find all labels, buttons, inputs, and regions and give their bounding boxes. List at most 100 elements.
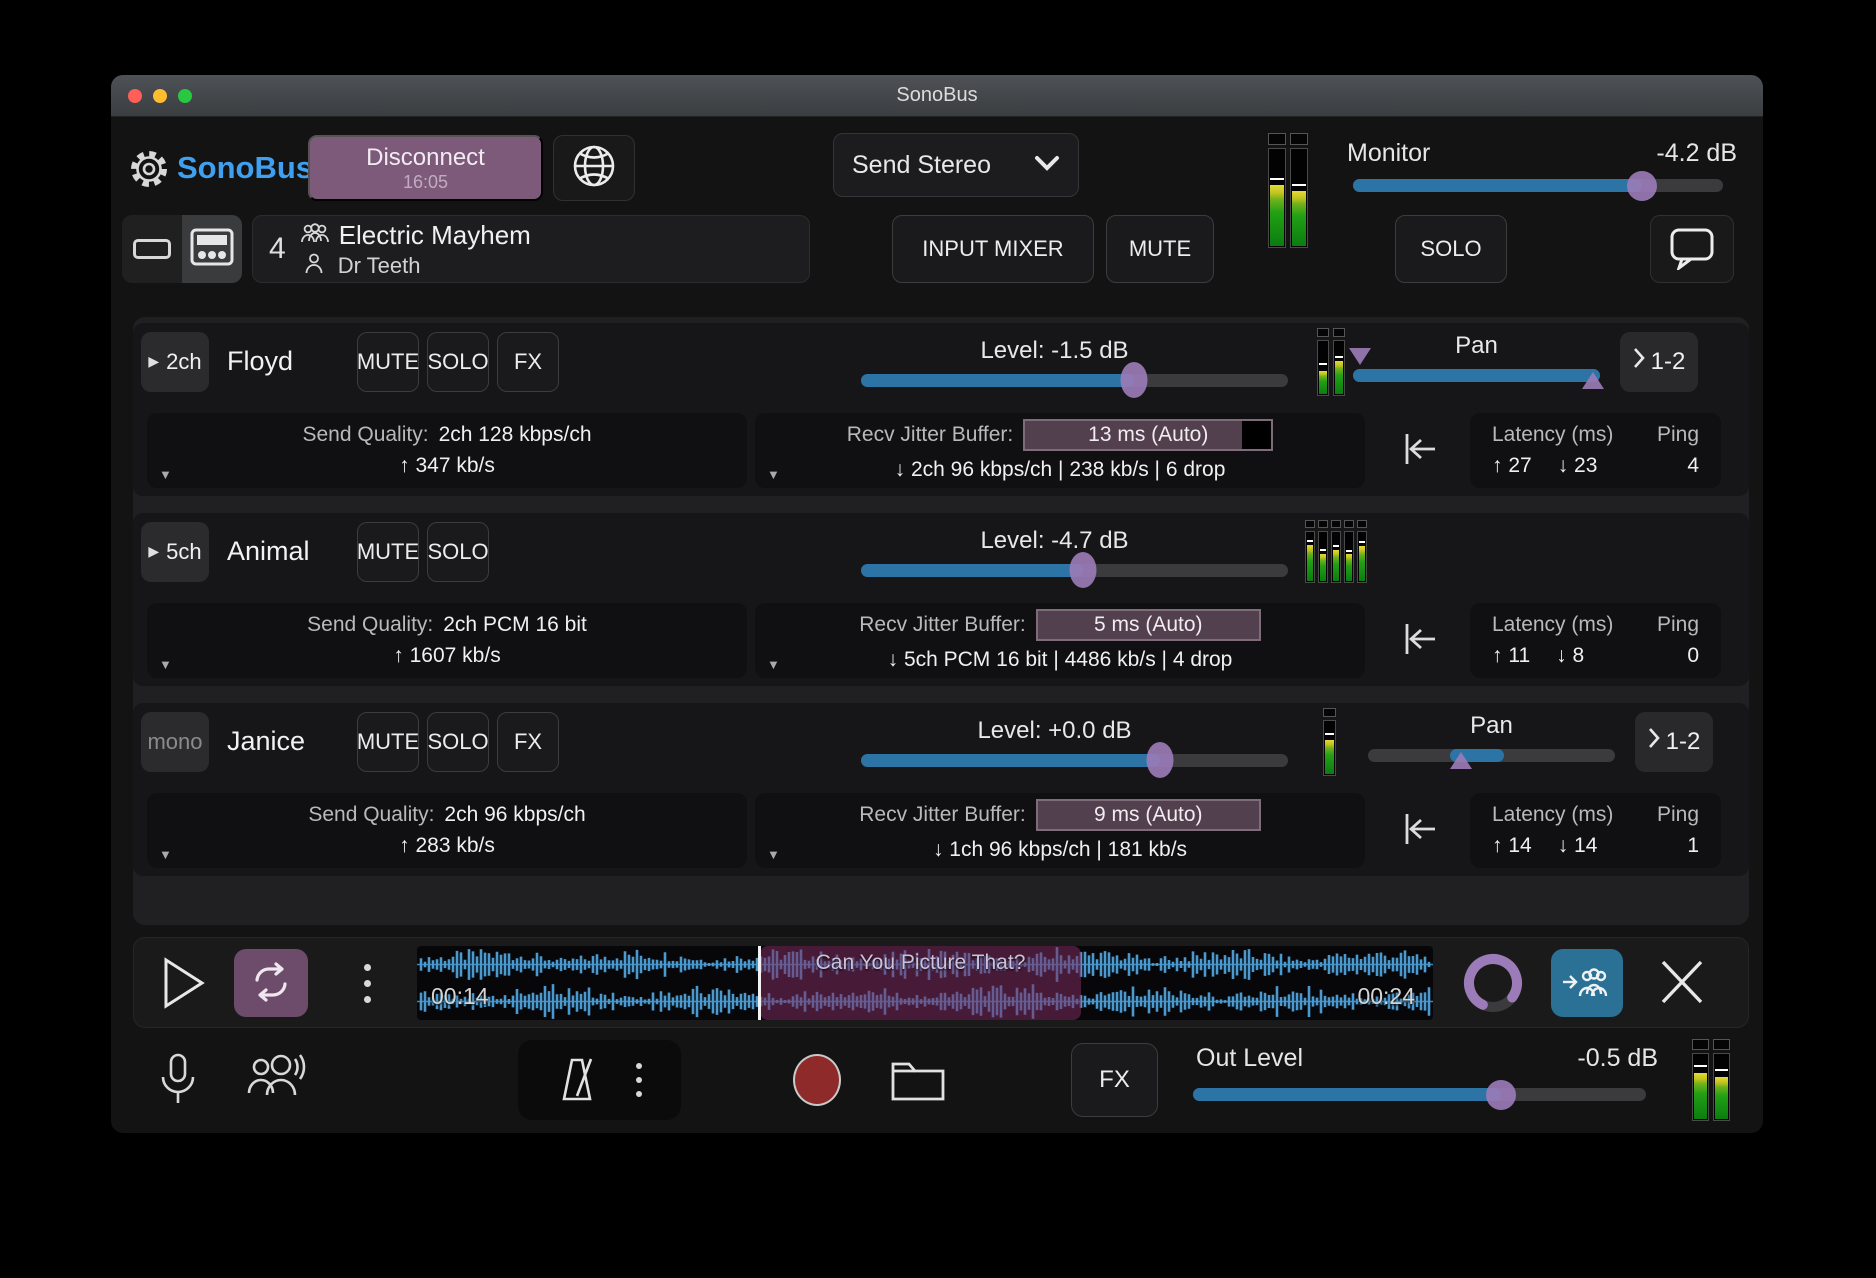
group-info[interactable]: 4 Electric Mayhem xyxy=(252,215,810,283)
pan-slider[interactable] xyxy=(1353,369,1600,382)
monitor-slider-knob[interactable] xyxy=(1627,171,1657,201)
jitter-buffer-meter[interactable]: 5 ms (Auto) xyxy=(1036,609,1261,641)
send-file-to-group-button[interactable] xyxy=(1551,949,1623,1017)
jitter-buffer-value: 13 ms (Auto) xyxy=(1025,421,1271,449)
reset-jitter-button[interactable] xyxy=(1389,807,1447,854)
grid-view-button[interactable] xyxy=(182,215,242,283)
input-mixer-button[interactable]: INPUT MIXER xyxy=(892,215,1094,283)
send-quality-box[interactable]: Send Quality: 2ch 96 kbps/ch ↑ 283 kb/s … xyxy=(147,793,747,868)
level-slider[interactable] xyxy=(861,564,1288,577)
latency-up: ↑ 11 xyxy=(1492,644,1530,668)
channel-badge[interactable]: ▶ 5ch xyxy=(141,522,209,582)
single-row-view-button[interactable] xyxy=(122,215,182,283)
send-rate: ↑ 283 kb/s xyxy=(399,834,495,858)
playhead[interactable] xyxy=(758,946,761,1020)
waveform[interactable]: Can You Picture That? 00:14 00:24 xyxy=(417,946,1433,1020)
close-window-button[interactable] xyxy=(128,89,142,103)
solo-button[interactable]: SOLO xyxy=(427,712,489,772)
monitor-others-button[interactable] xyxy=(237,1052,313,1109)
fx-button[interactable]: FX xyxy=(497,712,559,772)
out-level-slider-knob[interactable] xyxy=(1486,1080,1516,1110)
jitter-buffer-meter[interactable]: 9 ms (Auto) xyxy=(1036,799,1261,831)
connect-globe-button[interactable] xyxy=(553,135,635,201)
jitter-buffer-box[interactable]: Recv Jitter Buffer: 5 ms (Auto) ↓ 5ch PC… xyxy=(755,603,1365,678)
channel-badge[interactable]: ▶ 2ch xyxy=(141,332,209,392)
send-mode-value: Send Stereo xyxy=(852,151,1034,180)
ping-label: Ping xyxy=(1657,803,1699,827)
monitor-label: Monitor xyxy=(1347,139,1430,168)
expand-triangle-icon: ▶ xyxy=(148,543,159,560)
metronome-menu-button[interactable] xyxy=(630,1062,648,1098)
send-mode-select[interactable]: Send Stereo xyxy=(833,133,1079,197)
pan-left-marker[interactable] xyxy=(1349,348,1371,365)
record-button[interactable] xyxy=(793,1054,841,1106)
expand-caret-icon[interactable]: ▼ xyxy=(159,467,172,482)
chevron-right-icon xyxy=(1648,727,1660,756)
latency-up: ↑ 14 xyxy=(1492,834,1532,858)
window-title: SonoBus xyxy=(896,84,977,107)
destination-route-button[interactable]: 1-2 xyxy=(1620,332,1698,392)
loop-selection-region[interactable]: Can You Picture That? xyxy=(760,946,1081,1020)
chat-button[interactable] xyxy=(1650,215,1734,283)
settings-gear-icon[interactable] xyxy=(128,148,170,195)
view-toggle-group xyxy=(122,215,242,283)
chevron-right-icon xyxy=(1633,347,1645,376)
send-quality-box[interactable]: Send Quality: 2ch 128 kbps/ch ↑ 347 kb/s… xyxy=(147,413,747,488)
level-slider-knob[interactable] xyxy=(1121,362,1148,398)
zoom-window-button[interactable] xyxy=(178,89,192,103)
level-slider[interactable] xyxy=(861,754,1288,767)
metronome-button[interactable] xyxy=(552,1055,604,1106)
level-slider-knob[interactable] xyxy=(1070,552,1097,588)
ping-value: 1 xyxy=(1687,834,1699,858)
jitter-buffer-box[interactable]: Recv Jitter Buffer: 9 ms (Auto) ↓ 1ch 96… xyxy=(755,793,1365,868)
main-solo-button[interactable]: SOLO xyxy=(1395,215,1507,283)
pan-right-marker[interactable] xyxy=(1582,372,1604,389)
pan-slider[interactable] xyxy=(1368,749,1615,762)
solo-button[interactable]: SOLO xyxy=(427,522,489,582)
level-slider[interactable] xyxy=(861,374,1288,387)
latency-down: ↓ 8 xyxy=(1556,644,1584,668)
close-player-button[interactable] xyxy=(1656,956,1708,1010)
out-level-slider[interactable] xyxy=(1193,1088,1646,1101)
file-gain-knob[interactable] xyxy=(1462,952,1524,1019)
mute-self-button[interactable] xyxy=(153,1052,203,1109)
solo-button[interactable]: SOLO xyxy=(427,332,489,392)
loop-button[interactable] xyxy=(234,949,308,1017)
playback-position-time: 00:14 xyxy=(431,983,489,1010)
bottom-toolbar: FX Out Level -0.5 dB xyxy=(133,1035,1749,1125)
send-quality-box[interactable]: Send Quality: 2ch PCM 16 bit ↑ 1607 kb/s… xyxy=(147,603,747,678)
main-mute-button[interactable]: MUTE xyxy=(1106,215,1214,283)
destination-route-button[interactable]: 1-2 xyxy=(1635,712,1713,772)
monitor-slider[interactable] xyxy=(1353,179,1723,192)
player-menu-button[interactable] xyxy=(352,958,382,1008)
mute-button[interactable]: MUTE xyxy=(357,522,419,582)
reset-jitter-button[interactable] xyxy=(1389,617,1447,664)
level-slider-knob[interactable] xyxy=(1146,742,1173,778)
jitter-buffer-meter[interactable]: 13 ms (Auto) xyxy=(1023,419,1273,451)
group-name: Electric Mayhem xyxy=(339,220,531,251)
disconnect-button[interactable]: Disconnect 16:05 xyxy=(308,135,543,201)
fx-button[interactable]: FX xyxy=(497,332,559,392)
expand-caret-icon[interactable]: ▼ xyxy=(767,467,780,482)
jitter-buffer-box[interactable]: Recv Jitter Buffer: 13 ms (Auto) ↓ 2ch 9… xyxy=(755,413,1365,488)
send-quality-value: 2ch 96 kbps/ch xyxy=(444,803,585,827)
expand-caret-icon[interactable]: ▼ xyxy=(767,847,780,862)
reset-jitter-button[interactable] xyxy=(1389,427,1447,474)
peers-panel: ▶ 2ch Floyd MUTE SOLO FX Level: -1.5 dB xyxy=(133,317,1749,925)
play-button[interactable] xyxy=(156,956,206,1010)
latency-label: Latency (ms) xyxy=(1492,803,1613,827)
pan-marker[interactable] xyxy=(1450,752,1472,769)
open-file-button[interactable] xyxy=(883,1055,953,1106)
output-fx-button[interactable]: FX xyxy=(1071,1043,1158,1117)
level-control: Level: -4.7 dB xyxy=(861,527,1288,577)
chevron-down-icon xyxy=(1034,155,1060,176)
minimize-window-button[interactable] xyxy=(153,89,167,103)
skip-to-start-icon xyxy=(1395,838,1441,853)
expand-caret-icon[interactable]: ▼ xyxy=(767,657,780,672)
channel-badge[interactable]: mono xyxy=(141,712,209,772)
mute-button[interactable]: MUTE xyxy=(357,712,419,772)
expand-caret-icon[interactable]: ▼ xyxy=(159,847,172,862)
expand-caret-icon[interactable]: ▼ xyxy=(159,657,172,672)
ping-value: 4 xyxy=(1687,454,1699,478)
mute-button[interactable]: MUTE xyxy=(357,332,419,392)
